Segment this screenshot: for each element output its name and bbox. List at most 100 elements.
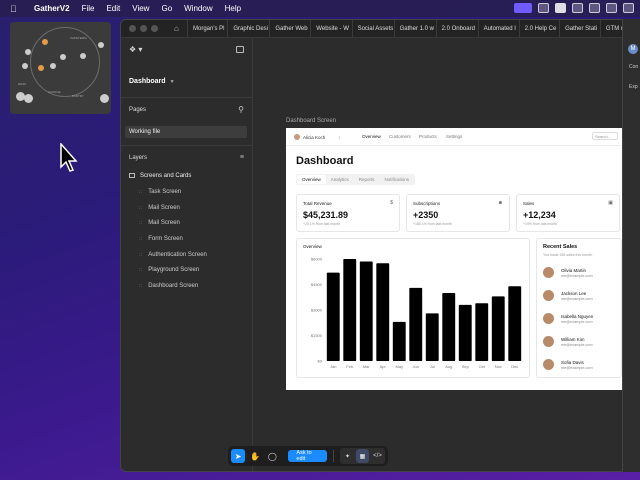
layer-item[interactable]: ∷ Authentication Screen — [139, 252, 207, 258]
figma-logo-icon[interactable]: ❖ ▾ — [129, 45, 142, 54]
tab[interactable]: Gather 1.0 w — [393, 20, 436, 38]
avatar-icon — [42, 39, 48, 45]
file-title[interactable]: Dashboard ▼ — [129, 78, 175, 85]
move-tool-icon[interactable]: ➤ — [231, 449, 246, 463]
apple-icon[interactable]:  — [10, 4, 22, 14]
window-controls — [129, 25, 158, 32]
menu-view[interactable]: View — [132, 4, 149, 13]
bottom-toolbar: ➤ ✋ ◯ Ask to edit ✦ ▦ </> — [228, 446, 388, 466]
layer-item[interactable]: ∷ Task Screen — [139, 189, 181, 195]
sale-email: me@example.com — [561, 366, 593, 370]
layer-item[interactable]: ∷ Mail Screen — [139, 220, 180, 226]
sale-name: Isabella Nguyen — [561, 314, 594, 319]
tab[interactable]: Gather Stati — [559, 20, 600, 38]
avatar[interactable]: M — [628, 44, 638, 54]
dollar-icon: $ — [390, 200, 393, 206]
menu-edit[interactable]: Edit — [106, 4, 120, 13]
gather-minimap[interactable]: CAFETERIA LOUNGE PANTRY DESK — [10, 22, 111, 114]
layer-item[interactable]: ∷ Form Screen — [139, 236, 183, 242]
close-button[interactable] — [129, 25, 136, 32]
menu-help[interactable]: Help — [225, 4, 241, 13]
draw-mode-icon[interactable]: ✦ — [341, 449, 354, 463]
tab-notifications[interactable]: Notifications — [380, 175, 415, 184]
search-icon[interactable]: ⚲ — [238, 105, 244, 114]
hand-tool-icon[interactable]: ✋ — [248, 449, 262, 463]
recorder-icon[interactable] — [572, 3, 583, 13]
bar-aug — [442, 293, 456, 361]
overview-card: Overview $6000 $4500 $3000 $1500 $0 Jan Feb Mar… — [296, 238, 530, 378]
page-title: Dashboard — [296, 155, 354, 167]
avatar — [543, 290, 554, 301]
minimap-label: LOUNGE — [48, 90, 61, 94]
gather-status-icon[interactable] — [514, 3, 532, 13]
app-menu[interactable]: GatherV2 — [34, 4, 70, 13]
frame-label[interactable]: Dashboard Screen — [286, 118, 336, 124]
tab-reports[interactable]: Reports — [354, 175, 380, 184]
tab[interactable]: Morgan's Pl — [187, 20, 227, 38]
battery-icon[interactable] — [589, 3, 600, 13]
nav-products[interactable]: Products — [419, 134, 437, 139]
menu-go[interactable]: Go — [161, 4, 172, 13]
tab-overview[interactable]: Overview — [297, 175, 326, 184]
canvas[interactable]: Dashboard Screen Alicia Koch ↕ Overview … — [253, 38, 639, 471]
user-switcher[interactable]: Alicia Koch ↕ — [294, 134, 341, 140]
notion-icon[interactable] — [555, 3, 566, 13]
nav-overview[interactable]: Overview — [362, 134, 381, 139]
layer-item-label: Mail Screen — [148, 220, 180, 226]
x-tick-label: Oct — [479, 364, 486, 369]
avatar-icon — [60, 54, 66, 60]
layer-item[interactable]: ∷ Dashboard Screen — [139, 283, 198, 289]
avatar-icon — [100, 94, 109, 103]
sale-name: Sofia Davis — [561, 360, 584, 365]
zoom-button[interactable] — [151, 25, 158, 32]
recent-sales-title: Recent Sales — [543, 244, 578, 250]
tab[interactable]: Gather Web — [269, 20, 310, 38]
comment-tool-icon[interactable]: ◯ — [265, 449, 279, 463]
bar-sep — [458, 304, 472, 361]
dev-mode-icon[interactable]: </> — [371, 449, 384, 463]
control-center-icon[interactable] — [623, 3, 634, 13]
grid-icon: ∷ — [139, 252, 143, 258]
search-input[interactable]: Search... — [592, 132, 618, 140]
menu-window[interactable]: Window — [184, 4, 212, 13]
grid-icon[interactable] — [538, 3, 549, 13]
ask-to-edit-button[interactable]: Ask to edit — [288, 450, 328, 462]
home-icon[interactable]: ⌂ — [174, 24, 187, 33]
page-item-working-file[interactable]: Working file — [125, 126, 247, 138]
nav-customers[interactable]: Customers — [389, 134, 411, 139]
list-item: William Kim me@example.com — [543, 336, 613, 350]
tab[interactable]: Social Assets — [351, 20, 394, 38]
bar-nov — [491, 296, 505, 361]
tab[interactable]: Automated I — [477, 20, 519, 38]
tab[interactable]: Graphic Desi — [227, 20, 269, 38]
x-tick-label: Sep — [462, 364, 470, 369]
tab[interactable]: 2.0 Help Ce — [518, 20, 559, 38]
layer-item[interactable]: ∷ Mail Screen — [139, 205, 180, 211]
menu-file[interactable]: File — [82, 4, 95, 13]
tab[interactable]: 2.0 Onboard — [435, 20, 478, 38]
minimap-circle — [30, 27, 100, 97]
avatar-icon — [80, 53, 86, 59]
minimap-label: CAFETERIA — [70, 36, 87, 40]
design-mode-icon[interactable]: ▦ — [356, 449, 370, 463]
x-tick-label: Mar — [363, 364, 371, 369]
layer-item[interactable]: ∷ Playground Screen — [139, 267, 199, 273]
sale-email: me@example.com — [561, 274, 593, 278]
avatar-icon — [24, 94, 33, 103]
nav-settings[interactable]: Settings — [446, 134, 462, 139]
sale-email: me@example.com — [561, 320, 593, 324]
layer-group[interactable]: Screens and Cards — [129, 173, 191, 179]
bar-may — [392, 321, 406, 361]
dashboard-frame[interactable]: Alicia Koch ↕ Overview Customers Product… — [286, 128, 622, 390]
minimize-button[interactable] — [140, 25, 147, 32]
recent-sales-sub: You made 265 sales this month. — [543, 253, 593, 257]
list-icon[interactable]: ≡ — [240, 154, 244, 161]
panel-toggle-icon[interactable] — [236, 46, 244, 53]
x-tick-label: May — [395, 364, 403, 369]
users-icon: ☻ — [497, 200, 503, 206]
x-tick-label: Jul — [430, 364, 435, 369]
tab-analytics[interactable]: Analytics — [326, 175, 354, 184]
menu-extras — [514, 3, 634, 13]
wifi-icon[interactable] — [606, 3, 617, 13]
tab[interactable]: Website - W — [310, 20, 351, 38]
